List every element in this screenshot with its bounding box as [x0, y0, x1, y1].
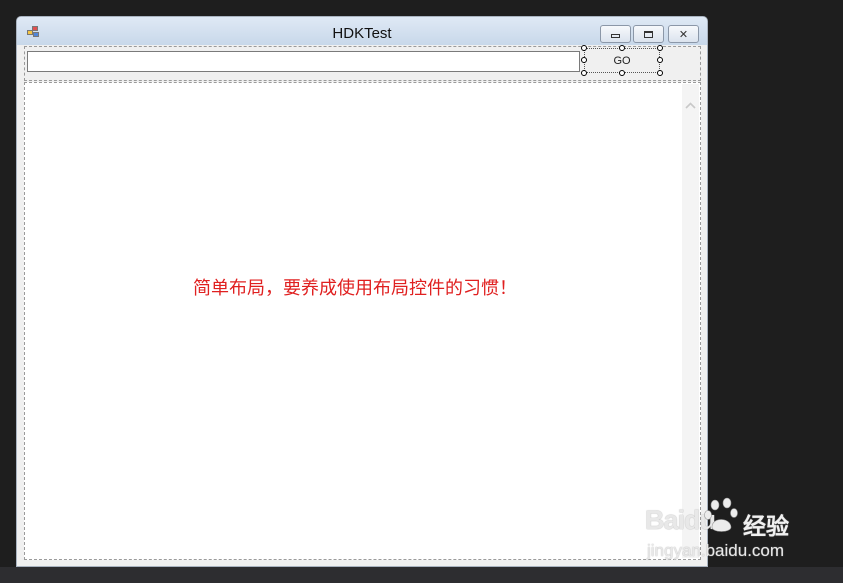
- web-browser-area[interactable]: 简单布局，要养成使用布局控件的习惯！: [24, 82, 701, 560]
- close-button[interactable]: ✕: [668, 25, 699, 43]
- title-bar[interactable]: HDKTest ✕: [17, 17, 707, 45]
- watermark-url: jingyan.baidu.com: [647, 541, 785, 560]
- top-layout-panel: GO: [24, 45, 701, 81]
- paw-icon: [704, 497, 738, 532]
- maximize-button[interactable]: [633, 25, 664, 43]
- watermark-jingyan: 经验: [743, 514, 789, 540]
- minimize-icon: [611, 33, 620, 38]
- resize-handle[interactable]: [657, 45, 663, 51]
- resize-handle[interactable]: [619, 70, 625, 76]
- resize-handle[interactable]: [657, 57, 663, 63]
- scroll-up-button[interactable]: [682, 98, 699, 112]
- close-icon: ✕: [678, 27, 689, 41]
- form-window: HDKTest ✕ GO 简单布局，要养成使用布局控件的习惯！: [16, 16, 708, 567]
- url-input[interactable]: [27, 51, 580, 72]
- minimize-button[interactable]: [600, 25, 631, 43]
- maximize-icon: [644, 30, 653, 38]
- baidu-jingyan-watermark: Baidu 经验 jingyan.baidu.com: [645, 495, 835, 565]
- content-message: 简单布局，要养成使用布局控件的习惯！: [193, 278, 517, 299]
- desktop-bottom-strip: [0, 567, 843, 583]
- go-button-label: GO: [613, 54, 631, 67]
- resize-handle[interactable]: [581, 70, 587, 76]
- resize-handle[interactable]: [619, 45, 625, 51]
- vertical-scrollbar[interactable]: [682, 84, 699, 558]
- resize-handle[interactable]: [581, 45, 587, 51]
- chevron-up-icon: [685, 101, 696, 109]
- resize-handle[interactable]: [581, 57, 587, 63]
- resize-handle[interactable]: [657, 70, 663, 76]
